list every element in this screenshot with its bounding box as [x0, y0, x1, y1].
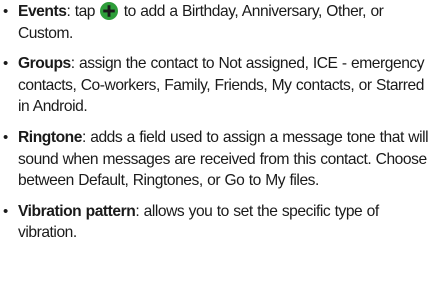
list-item-groups: • Groups: assign the contact to Not assi… [0, 53, 438, 118]
groups-text: : assign the contact to Not assigned, IC… [18, 55, 425, 116]
bullet-marker: • [3, 202, 8, 220]
term-groups: Groups [18, 55, 71, 73]
document-page: • Events: tap to add a Birthday, Anniver… [0, 0, 441, 297]
events-text-before-icon: : tap [66, 3, 100, 20]
bullet-marker: • [3, 128, 8, 146]
bullet-marker: • [3, 55, 8, 73]
list-item-vibration-pattern: • Vibration pattern: allows you to set t… [0, 201, 438, 244]
bullet-marker: • [3, 3, 8, 20]
list-item-events: • Events: tap to add a Birthday, Anniver… [0, 1, 438, 44]
green-plus-icon [100, 2, 119, 20]
list-item-ringtone: • Ringtone: adds a field used to assign … [0, 127, 438, 192]
bullet-list: • Events: tap to add a Birthday, Anniver… [0, 1, 438, 253]
term-ringtone: Ringtone [18, 128, 82, 146]
term-events: Events [18, 3, 67, 20]
term-vibration-pattern: Vibration pattern [18, 202, 136, 220]
